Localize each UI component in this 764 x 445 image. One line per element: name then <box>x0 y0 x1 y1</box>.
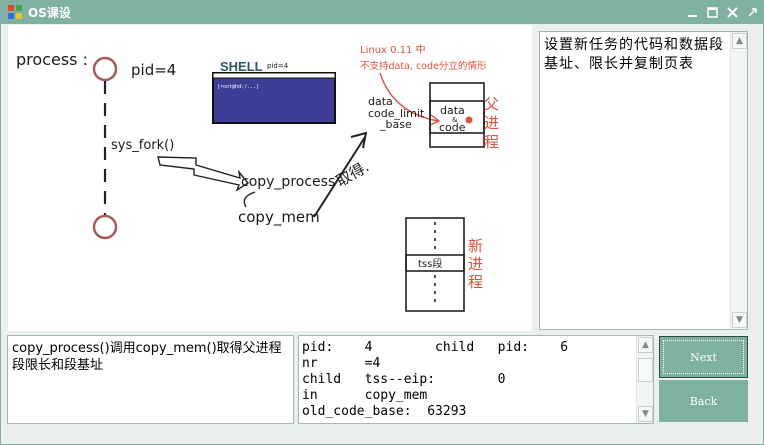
scroll-up-icon[interactable]: ▲ <box>732 33 747 49</box>
description-scrollbar[interactable]: ▲ ▼ <box>730 32 747 329</box>
info-line-3: child tss--eip: 0 <box>302 372 506 387</box>
data-code-limit-line3: _base <box>379 118 412 131</box>
parent-label-2: 进 <box>484 114 499 132</box>
explain-box[interactable]: copy_process()调用copy_mem()取得父进程段限长和段基址 <box>7 335 294 424</box>
shell-title: SHELL <box>220 59 263 74</box>
scroll-down-icon[interactable]: ▼ <box>732 312 747 328</box>
info-line-5: old_code_base: 63293 <box>302 404 467 419</box>
scroll-down-icon[interactable]: ▼ <box>638 406 653 422</box>
shell-line: [root@hd:/...] <box>217 84 259 90</box>
new-label-1: 新 <box>468 237 483 255</box>
new-label-2: 进 <box>468 255 483 273</box>
copy-arrow <box>243 191 256 208</box>
red-dot <box>465 116 473 124</box>
scroll-thumb[interactable] <box>638 358 653 382</box>
parent-node <box>92 56 118 82</box>
scroll-up-icon[interactable]: ▲ <box>638 337 653 353</box>
sys-fork-label: sys_fork() <box>111 138 174 153</box>
shell-window <box>212 72 336 124</box>
tss-label: tss段 <box>418 257 442 270</box>
maximize-icon[interactable] <box>706 6 719 19</box>
description-box[interactable]: 设置新任务的代码和数据段基址、限长并复制页表 ▲ ▼ <box>539 31 748 330</box>
process-label: process : <box>16 50 88 69</box>
red-note-line1: Linux 0.11 中 <box>360 43 426 56</box>
red-note-line2: 不支持data, code分立的情形 <box>360 60 487 72</box>
window-extra-icon[interactable] <box>746 6 759 19</box>
box-code-label: code <box>439 121 466 134</box>
info-line-2: nr =4 <box>302 356 381 371</box>
zigzag-arrow <box>157 156 250 192</box>
next-button[interactable]: Next <box>659 336 748 378</box>
info-scrollbar[interactable]: ▲ ▼ <box>636 336 653 423</box>
shell-pid: pid=4 <box>267 62 289 70</box>
info-line-4: in copy_mem <box>302 388 428 403</box>
pid-label: pid=4 <box>131 61 176 79</box>
parent-label-1: 父 <box>484 95 499 113</box>
info-box[interactable]: pid: 4 child pid: 6 nr =4 child tss--eip… <box>298 335 654 424</box>
explain-text: copy_process()调用copy_mem()取得父进程段限长和段基址 <box>12 341 282 373</box>
copy-mem-label: copy_mem <box>238 208 320 227</box>
new-label-3: 程 <box>468 273 483 291</box>
close-icon[interactable] <box>726 6 739 19</box>
window-title: OS课设 <box>28 6 71 20</box>
minimize-icon[interactable] <box>686 6 699 19</box>
description-text: 设置新任务的代码和数据段基址、限长并复制页表 <box>544 37 724 72</box>
copy-process-label: copy_process <box>241 174 335 190</box>
parent-label-3: 程 <box>484 133 499 151</box>
back-button[interactable]: Back <box>659 380 748 422</box>
obtain-label: 取得. <box>333 157 372 190</box>
app-icon <box>8 5 22 19</box>
child-node <box>92 214 118 240</box>
title-bar: OS课设 <box>0 0 764 24</box>
diagram-canvas: process : pid=4 sys_fork() copy_process … <box>8 25 532 331</box>
info-line-1: pid: 4 child pid: 6 <box>302 340 569 355</box>
